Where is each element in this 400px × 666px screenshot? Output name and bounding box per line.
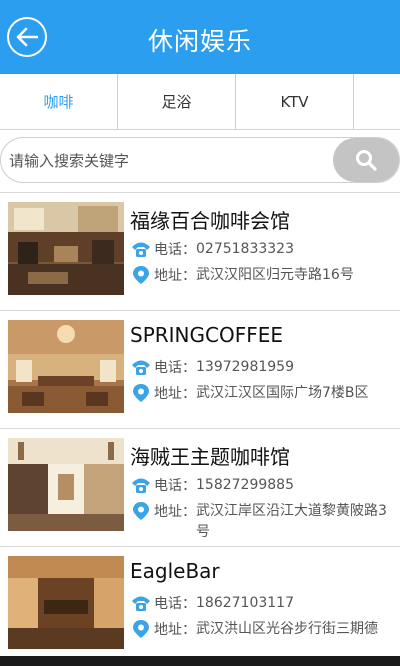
phone-row: 电话： 13972981959	[130, 357, 294, 377]
address-value: 武汉江岸区沿江大道黎黄陂路3号	[196, 503, 387, 540]
search-button[interactable]	[333, 138, 399, 182]
list-item[interactable]: 福缘百合咖啡会馆 电话： 02751833323 地址： 武汉汉阳区归元寺路16…	[0, 192, 400, 310]
venue-photo	[8, 556, 124, 649]
address-value: 武汉洪山区光谷步行街三期德	[196, 621, 378, 637]
address-value: 武汉江汉区国际广场7楼B区	[196, 385, 369, 401]
address-row: 地址： 武汉江岸区沿江大道黎黄陂路3号	[130, 501, 396, 543]
phone-icon	[132, 596, 150, 611]
address-label: 地址：	[154, 622, 196, 638]
venue-photo	[8, 320, 124, 413]
venue-name: 海贼王主题咖啡馆	[130, 445, 290, 469]
phone-label: 电话：	[154, 596, 196, 612]
list-item[interactable]: SPRINGCOFFEE 电话： 13972981959 地址： 武汉江汉区国际…	[0, 310, 400, 428]
phone-label: 电话：	[154, 242, 196, 258]
phone-number[interactable]: 15827299885	[196, 477, 294, 493]
phone-icon	[132, 242, 150, 257]
venue-photo	[8, 202, 124, 295]
app-header: 休闲娱乐	[0, 0, 400, 74]
phone-row: 电话： 18627103117	[130, 593, 294, 613]
search-icon	[356, 150, 377, 171]
tab-more[interactable]	[354, 74, 400, 129]
tab-foot-bath[interactable]: 足浴	[118, 74, 236, 129]
tab-coffee[interactable]: 咖啡	[0, 74, 118, 129]
phone-icon	[132, 478, 150, 493]
phone-number[interactable]: 13972981959	[196, 359, 294, 375]
address-value: 武汉汉阳区归元寺路16号	[196, 267, 354, 283]
phone-row: 电话： 15827299885	[130, 475, 294, 495]
address-label: 地址：	[154, 268, 196, 284]
address-row: 地址： 武汉汉阳区归元寺路16号	[130, 265, 396, 286]
phone-number[interactable]: 18627103117	[196, 595, 294, 611]
location-pin-icon	[133, 620, 149, 638]
tab-ktv[interactable]: KTV	[236, 74, 354, 129]
page-title: 休闲娱乐	[147, 27, 252, 56]
venue-name: SPRINGCOFFEE	[130, 323, 283, 347]
category-tabs: 咖啡 足浴 KTV	[0, 74, 400, 130]
list-item[interactable]: 海贼王主题咖啡馆 电话： 15827299885 地址： 武汉江岸区沿江大道黎黄…	[0, 428, 400, 546]
location-pin-icon	[133, 266, 149, 284]
address-label: 地址：	[154, 504, 196, 520]
location-pin-icon	[133, 502, 149, 520]
phone-row: 电话： 02751833323	[130, 239, 294, 259]
system-nav-bar	[0, 656, 400, 666]
address-row: 地址： 武汉江汉区国际广场7楼B区	[130, 383, 396, 404]
venue-list: 福缘百合咖啡会馆 电话： 02751833323 地址： 武汉汉阳区归元寺路16…	[0, 192, 400, 664]
venue-photo	[8, 438, 124, 531]
phone-label: 电话：	[154, 360, 196, 376]
address-row: 地址： 武汉洪山区光谷步行街三期德	[130, 619, 396, 640]
venue-name: EagleBar	[130, 559, 220, 583]
location-pin-icon	[133, 384, 149, 402]
venue-name: 福缘百合咖啡会馆	[130, 209, 290, 233]
phone-label: 电话：	[154, 478, 196, 494]
phone-icon	[132, 360, 150, 375]
search-input[interactable]	[9, 149, 309, 173]
phone-number[interactable]: 02751833323	[196, 241, 294, 257]
list-item[interactable]: EagleBar 电话： 18627103117 地址： 武汉洪山区光谷步行街三…	[0, 546, 400, 664]
address-label: 地址：	[154, 386, 196, 402]
search-bar	[0, 137, 400, 183]
